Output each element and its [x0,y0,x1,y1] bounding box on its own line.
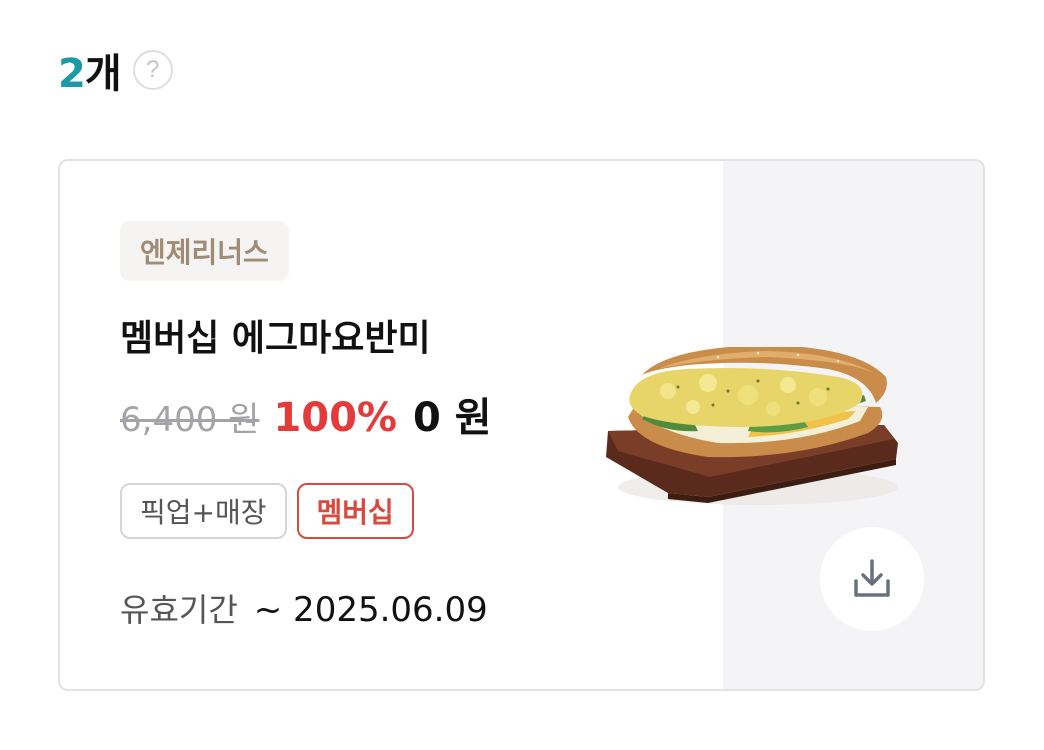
coupon-card[interactable]: 엔제리너스 멤버십 에그마요반미 6,400 원 100% 0 원 픽업+매장 … [58,159,985,691]
coupon-count-header: 2개 ? [58,41,173,99]
brand-tag: 엔제리너스 [120,221,289,281]
coupon-count-number: 2 [58,51,86,97]
original-price: 6,400 원 [120,400,260,440]
help-symbol: ? [145,56,160,83]
coupon-count-unit: 개 [84,51,122,97]
download-icon [854,559,890,597]
badge-pickup-store: 픽업+매장 [120,483,287,539]
validity-row: 유효기간 ~ 2025.06.09 [120,585,488,631]
help-icon[interactable]: ? [132,50,173,90]
badge-list: 픽업+매장 멤버십 [120,483,424,539]
badge-membership: 멤버십 [296,483,414,539]
discount-rate: 100% [273,395,398,441]
sandwich-image [606,347,898,505]
brand-name: 엔제리너스 [140,236,269,269]
final-price: 0 원 [413,395,492,441]
coupon-count: 2개 [58,41,122,99]
coupon-title: 멤버십 에그마요반미 [120,318,431,359]
price-row: 6,400 원 100% 0 원 [120,385,492,443]
validity-label: 유효기간 [120,591,238,629]
validity-date: ~ 2025.06.09 [253,590,488,630]
download-button[interactable] [820,527,924,631]
